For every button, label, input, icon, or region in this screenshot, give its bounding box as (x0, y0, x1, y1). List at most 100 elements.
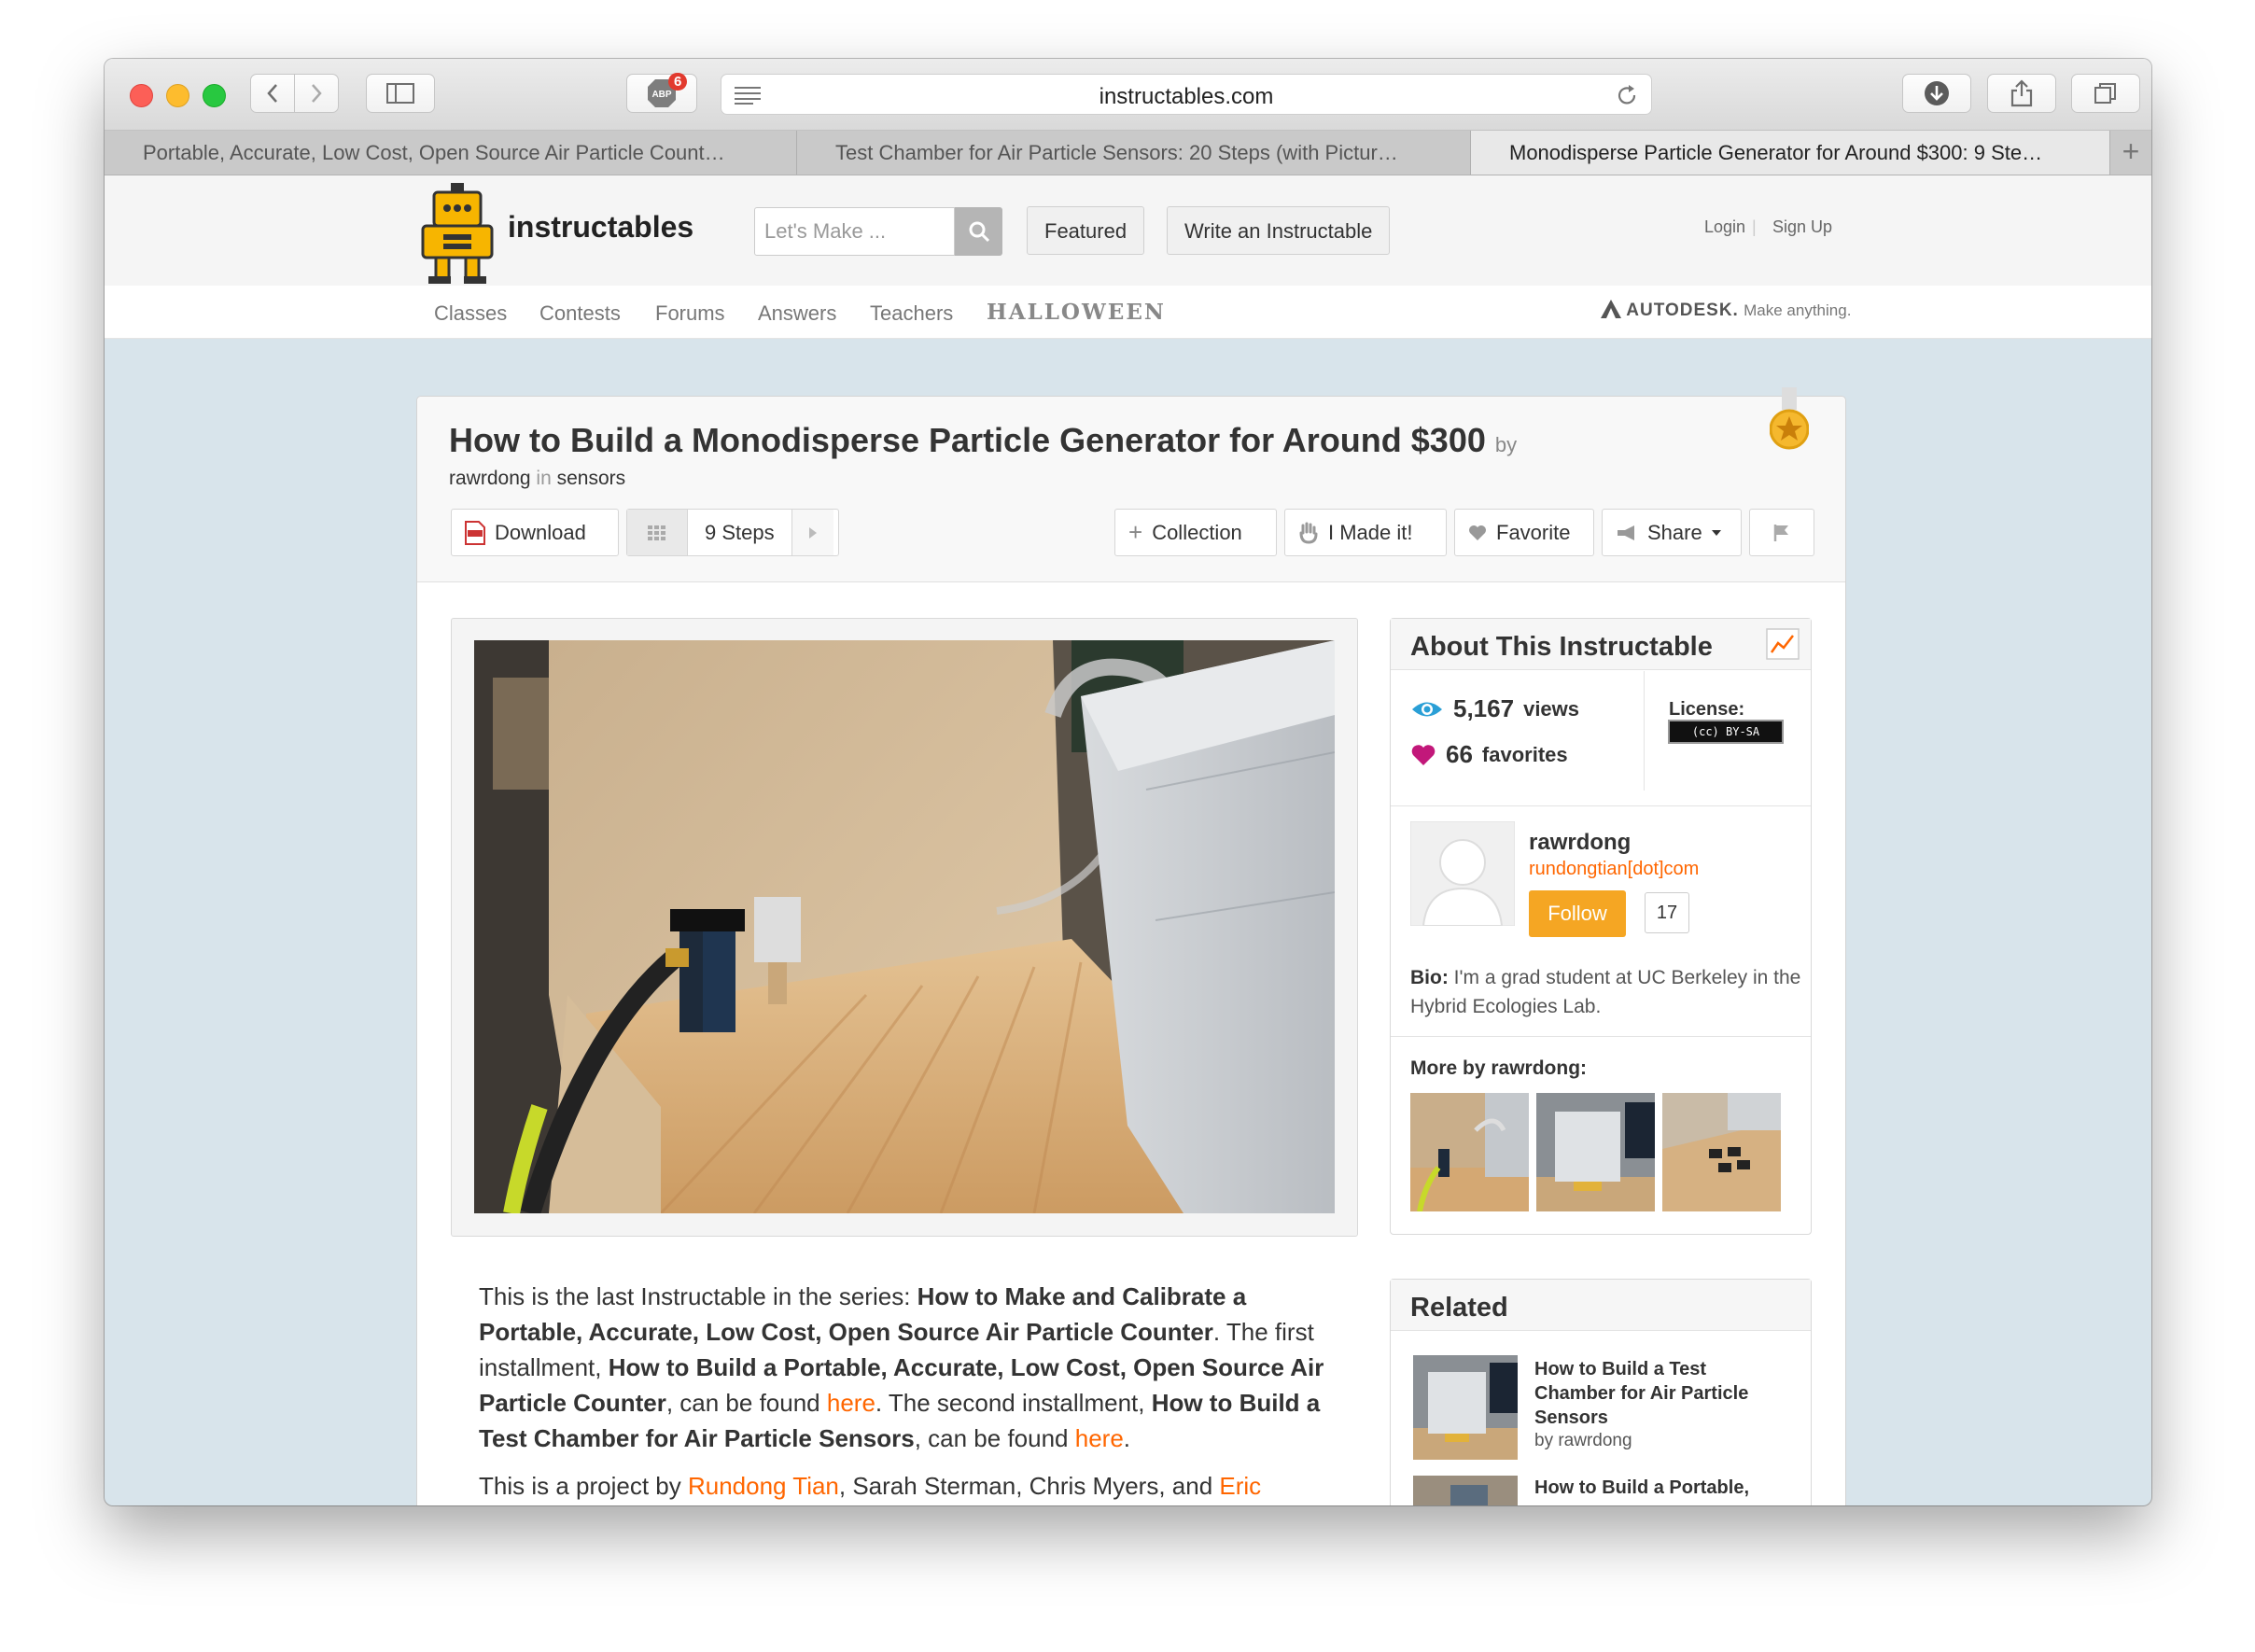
section-divider (1391, 805, 1811, 806)
first-installment-link[interactable]: here (827, 1389, 875, 1417)
tab-particle-generator[interactable]: Monodisperse Particle Generator for Arou… (1471, 131, 2110, 175)
flag-button[interactable] (1749, 509, 1814, 556)
browser-window: ABP 6 instructables.com Portable, Accura… (105, 59, 2151, 1505)
i-made-it-button[interactable]: I Made it! (1284, 509, 1447, 556)
nav-halloween[interactable]: HALLOWEEN (987, 300, 1166, 325)
caret-down-icon (1711, 529, 1721, 536)
stats-divider (1644, 671, 1645, 791)
featured-button[interactable]: Featured (1027, 206, 1145, 255)
close-window-button[interactable] (130, 84, 153, 107)
url-text: instructables.com (1099, 84, 1274, 109)
write-instructable-button[interactable]: Write an Instructable (1167, 206, 1391, 255)
login-link[interactable]: Login (1704, 217, 1745, 237)
adblock-button[interactable]: ABP 6 (626, 73, 697, 113)
forward-button[interactable] (294, 74, 339, 113)
follow-button[interactable]: Follow (1529, 890, 1626, 937)
related-panel: Related How to Build a Test Chamber for … (1390, 1279, 1812, 1505)
text-span: , Sarah Sterman, Chris Myers, and (838, 1472, 1220, 1500)
views-stat: 5,167 views (1410, 694, 1579, 723)
author-bio: Bio: I'm a grad student at UC Berkeley i… (1410, 963, 1812, 1021)
nav-forums[interactable]: Forums (655, 301, 725, 326)
nav-classes[interactable]: Classes (434, 301, 507, 326)
article-by: by (1494, 433, 1518, 456)
site-brand[interactable]: instructables (508, 210, 693, 245)
minimize-window-button[interactable] (166, 84, 189, 107)
search-button[interactable] (955, 207, 1002, 256)
hand-icon (1299, 522, 1318, 544)
section-divider (1391, 1036, 1811, 1037)
steps-button[interactable]: 9 Steps (626, 509, 839, 556)
tab-test-chamber[interactable]: Test Chamber for Air Particle Sensors: 2… (797, 131, 1471, 175)
author-website-link[interactable]: rundongtian[dot]com (1529, 859, 1699, 880)
text-span: This is the last Instructable in the ser… (479, 1282, 917, 1310)
zoom-window-button[interactable] (203, 84, 226, 107)
eye-icon (1412, 702, 1442, 716)
article-body: This is the last Instructable in the ser… (479, 1279, 1338, 1505)
add-to-collection-button[interactable]: + Collection (1114, 509, 1277, 556)
article-title-row: How to Build a Monodisperse Particle Gen… (449, 421, 1517, 460)
favorites-label: favorites (1481, 742, 1568, 766)
featured-medal-icon (1770, 387, 1809, 450)
flag-icon (1773, 524, 1788, 541)
downloads-button[interactable] (1902, 74, 1971, 113)
nav-contests[interactable]: Contests (539, 301, 621, 326)
article-card: How to Build a Monodisperse Particle Gen… (416, 387, 1846, 1505)
author-link[interactable]: rawrdong (449, 468, 531, 489)
more-thumb-1[interactable] (1410, 1093, 1529, 1211)
related-item[interactable]: How to Build a Test Chamber for Air Part… (1391, 1280, 1811, 1466)
autodesk-branding[interactable]: AUTODESK. Make anything. (1601, 300, 1851, 321)
author-avatar[interactable] (1410, 821, 1515, 926)
address-bar[interactable]: instructables.com (721, 74, 1652, 115)
related-title[interactable]: How to Build a Test Chamber for Air Part… (1534, 1357, 1777, 1430)
author-name[interactable]: rawrdong (1529, 830, 1631, 856)
text-span: This is a project by (479, 1472, 688, 1500)
license-badge[interactable]: (cc) BY-SA (1668, 720, 1784, 744)
share-button[interactable] (1987, 74, 2056, 113)
author-rundong-link[interactable]: Rundong Tian (688, 1472, 839, 1500)
search-input[interactable]: Let's Make ... (754, 207, 955, 256)
related-title[interactable]: How to Build a Portable, (1534, 1476, 1777, 1500)
second-installment-link[interactable]: here (1075, 1424, 1124, 1452)
nav-answers[interactable]: Answers (758, 301, 836, 326)
pdf-icon (465, 520, 485, 545)
chevron-right-icon (312, 84, 322, 103)
signup-link[interactable]: Sign Up (1772, 217, 1832, 237)
autodesk-name: AUTODESK. (1626, 301, 1739, 320)
megaphone-icon (1618, 525, 1634, 540)
download-label: Download (495, 520, 586, 544)
text-span: . (1123, 1424, 1131, 1452)
related-thumb-2[interactable] (1413, 1476, 1518, 1505)
category-link[interactable]: sensors (557, 468, 626, 489)
next-step-icon[interactable] (791, 510, 833, 555)
favorite-button[interactable]: Favorite (1454, 509, 1594, 556)
hero-photo[interactable] (474, 640, 1335, 1213)
favorites-stat: 66 favorites (1410, 740, 1568, 769)
collection-label: Collection (1152, 520, 1242, 544)
tab-overview-button[interactable] (2071, 74, 2140, 113)
more-thumb-3[interactable] (1662, 1093, 1781, 1211)
author-eric-link[interactable]: Eric (1219, 1472, 1261, 1500)
hero-image-frame (451, 618, 1358, 1237)
back-button[interactable] (250, 74, 295, 113)
new-tab-button[interactable]: + (2109, 131, 2151, 175)
chevron-left-icon (267, 84, 277, 103)
reload-icon[interactable] (1616, 84, 1638, 106)
intro-paragraph: This is the last Instructable in the ser… (479, 1279, 1338, 1456)
svg-text:ABP: ABP (651, 90, 671, 100)
bio-label: Bio: (1410, 967, 1449, 988)
more-thumb-2[interactable] (1536, 1093, 1655, 1211)
related-thumb-1[interactable] (1413, 1355, 1518, 1460)
tab-air-particle-counter[interactable]: Portable, Accurate, Low Cost, Open Sourc… (105, 131, 797, 175)
text-span: . The second installment, (875, 1389, 1152, 1417)
stats-chart-icon[interactable] (1766, 628, 1800, 660)
in-word: in (536, 468, 552, 489)
instructables-robot-logo[interactable] (415, 183, 499, 286)
favorite-label: Favorite (1496, 520, 1571, 544)
related-author: by rawrdong (1534, 1431, 1632, 1450)
download-button[interactable]: Download (451, 509, 619, 556)
nav-teachers[interactable]: Teachers (870, 301, 953, 326)
sidebar-toggle-button[interactable] (366, 74, 435, 113)
more-by-label: More by rawrdong: (1410, 1057, 1588, 1079)
related-item[interactable]: How to Build a Portable, (1391, 1476, 1811, 1505)
share-dropdown-button[interactable]: Share (1602, 509, 1742, 556)
